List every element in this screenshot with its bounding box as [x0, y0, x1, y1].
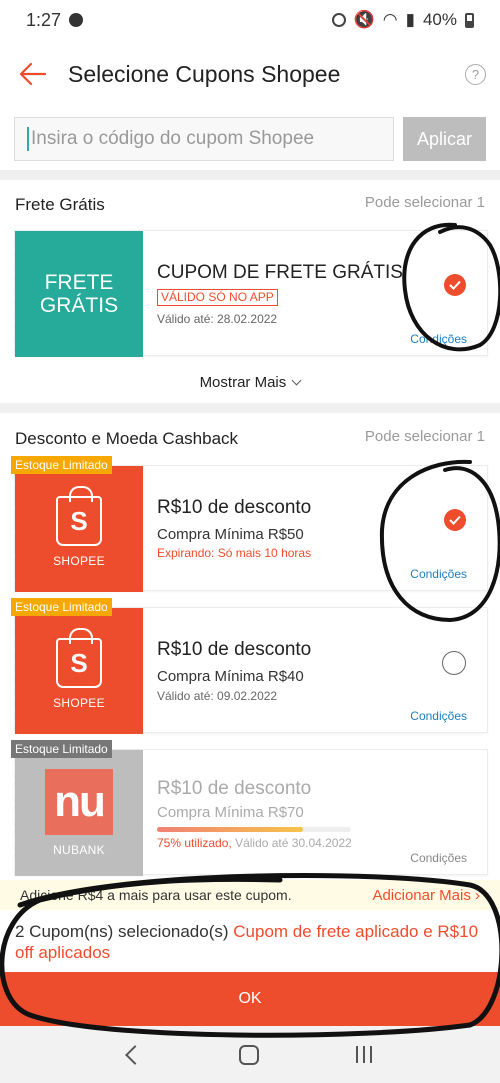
show-more-label: Mostrar Mais — [199, 374, 287, 391]
coupon-stub: S SHOPEE — [10, 608, 143, 734]
coupon-usage-row: 75% utilizado, Válido até 30.04.2022 — [157, 836, 352, 850]
coupon-brand: SHOPEE — [53, 554, 105, 568]
conditions-link[interactable]: Condições — [410, 709, 467, 723]
page-title: Selecione Cupons Shopee — [68, 60, 341, 87]
section-divider — [0, 170, 500, 180]
battery-icon — [465, 12, 474, 28]
status-icons: 🔇 ◠ ▮ 40% — [331, 10, 474, 30]
add-more-button[interactable]: Adicionar Mais › — [372, 887, 480, 904]
free-shipping-coupon-card[interactable]: FRETE GRÁTIS CUPOM DE FRETE GRÁTIS VÁLID… — [10, 230, 488, 357]
selected-count: 2 Cupom(ns) selecionado(s) — [15, 922, 229, 941]
selected-check-icon[interactable] — [444, 509, 466, 531]
coupon-title: CUPOM DE FRETE GRÁTIS — [157, 262, 403, 283]
limited-stock-badge: Estoque Limitado — [11, 740, 112, 758]
usage-percent: 75% utilizado, — [157, 836, 232, 850]
text-cursor — [27, 127, 29, 151]
ok-button[interactable]: OK — [0, 972, 500, 1026]
nav-recents-icon[interactable] — [355, 1046, 372, 1063]
app-only-tag: VÁLIDO SÓ NO APP — [157, 289, 278, 306]
nav-back-icon[interactable] — [125, 1044, 146, 1065]
help-icon[interactable]: ? — [465, 64, 486, 85]
coupon-expiring: Expirando: Só mais 10 horas — [157, 546, 312, 560]
discount-section-title: Desconto e Moeda Cashback — [15, 429, 239, 448]
coupon-brand: SHOPEE — [53, 696, 105, 710]
coupon-validity: Válido até: 28.02.2022 — [157, 312, 278, 326]
usage-progress-bar — [157, 827, 351, 832]
coupon-validity: Válido até: 09.02.2022 — [157, 689, 278, 703]
show-more-button[interactable]: Mostrar Mais — [0, 374, 500, 391]
discount-select-hint: Pode selecionar 1 — [364, 428, 485, 445]
back-button[interactable] — [2, 44, 62, 104]
discount-coupon-card[interactable]: Estoque Limitado S SHOPEE R$10 de descon… — [10, 456, 488, 592]
usage-progress-fill — [157, 827, 303, 832]
battery-percent: 40% — [422, 10, 457, 29]
nubank-logo: nu — [45, 769, 113, 835]
chevron-down-icon — [291, 375, 302, 386]
limited-stock-badge: Estoque Limitado — [11, 456, 112, 474]
coupon-min-purchase: Compra Mínima R$70 — [157, 804, 304, 821]
shopee-bag-icon: S — [56, 628, 102, 688]
arrow-left-icon — [19, 62, 46, 86]
selected-check-icon[interactable] — [444, 274, 466, 296]
coupon-code-input[interactable]: Insira o código do cupom Shopee — [14, 117, 394, 161]
add-more-message: Adicione R$4 a mais para usar este cupom… — [20, 887, 292, 903]
alarm-icon — [331, 13, 346, 27]
selection-summary: 2 Cupom(ns) selecionado(s) Cupom de fret… — [15, 921, 490, 963]
limited-stock-badge: Estoque Limitado — [11, 598, 112, 616]
status-bar: 1:27 🔇 ◠ ▮ 40% — [0, 0, 500, 40]
coupon-code-placeholder: Insira o código do cupom Shopee — [31, 128, 315, 149]
discount-coupon-card-disabled[interactable]: Estoque Limitado nu NUBANK R$10 de desco… — [10, 740, 488, 876]
coupon-min-purchase: Compra Mínima R$40 — [157, 668, 304, 685]
free-shipping-section-title: Frete Grátis — [15, 195, 105, 214]
shopee-bag-icon: S — [56, 486, 102, 546]
conditions-link[interactable]: Condições — [410, 851, 467, 865]
wifi-icon: ◠ — [382, 10, 398, 29]
coupon-brand: NUBANK — [53, 843, 105, 857]
chevron-right-icon: › — [475, 886, 480, 904]
do-not-disturb-icon — [69, 13, 84, 27]
select-radio[interactable] — [442, 651, 466, 675]
app-header: Selecione Cupons Shopee ? — [0, 40, 500, 108]
free-shipping-select-hint: Pode selecionar 1 — [364, 194, 485, 211]
status-time: 1:27 — [26, 9, 62, 30]
coupon-stub: S SHOPEE — [10, 466, 143, 592]
nav-home-icon[interactable] — [238, 1044, 259, 1065]
coupon-stub: FRETE GRÁTIS — [10, 231, 143, 357]
coupon-title: R$10 de desconto — [157, 778, 312, 799]
coupon-validity: Válido até 30.04.2022 — [235, 836, 352, 850]
free-shipping-stub-text: FRETE GRÁTIS — [39, 271, 119, 317]
conditions-link[interactable]: Condições — [410, 332, 467, 346]
coupon-title: R$10 de desconto — [157, 639, 312, 660]
conditions-link[interactable]: Condições — [410, 567, 467, 581]
coupon-min-purchase: Compra Mínima R$50 — [157, 526, 304, 543]
discount-coupon-card[interactable]: Estoque Limitado S SHOPEE R$10 de descon… — [10, 598, 488, 734]
signal-icon: ▮ — [405, 10, 415, 29]
apply-button[interactable]: Aplicar — [403, 117, 486, 161]
add-more-bar: Adicione R$4 a mais para usar este cupom… — [0, 880, 500, 910]
system-nav-bar — [0, 1026, 500, 1083]
coupon-title: R$10 de desconto — [157, 497, 312, 518]
coupon-stub: nu NUBANK — [10, 750, 143, 876]
mute-icon: 🔇 — [353, 10, 375, 29]
section-divider — [0, 403, 500, 413]
